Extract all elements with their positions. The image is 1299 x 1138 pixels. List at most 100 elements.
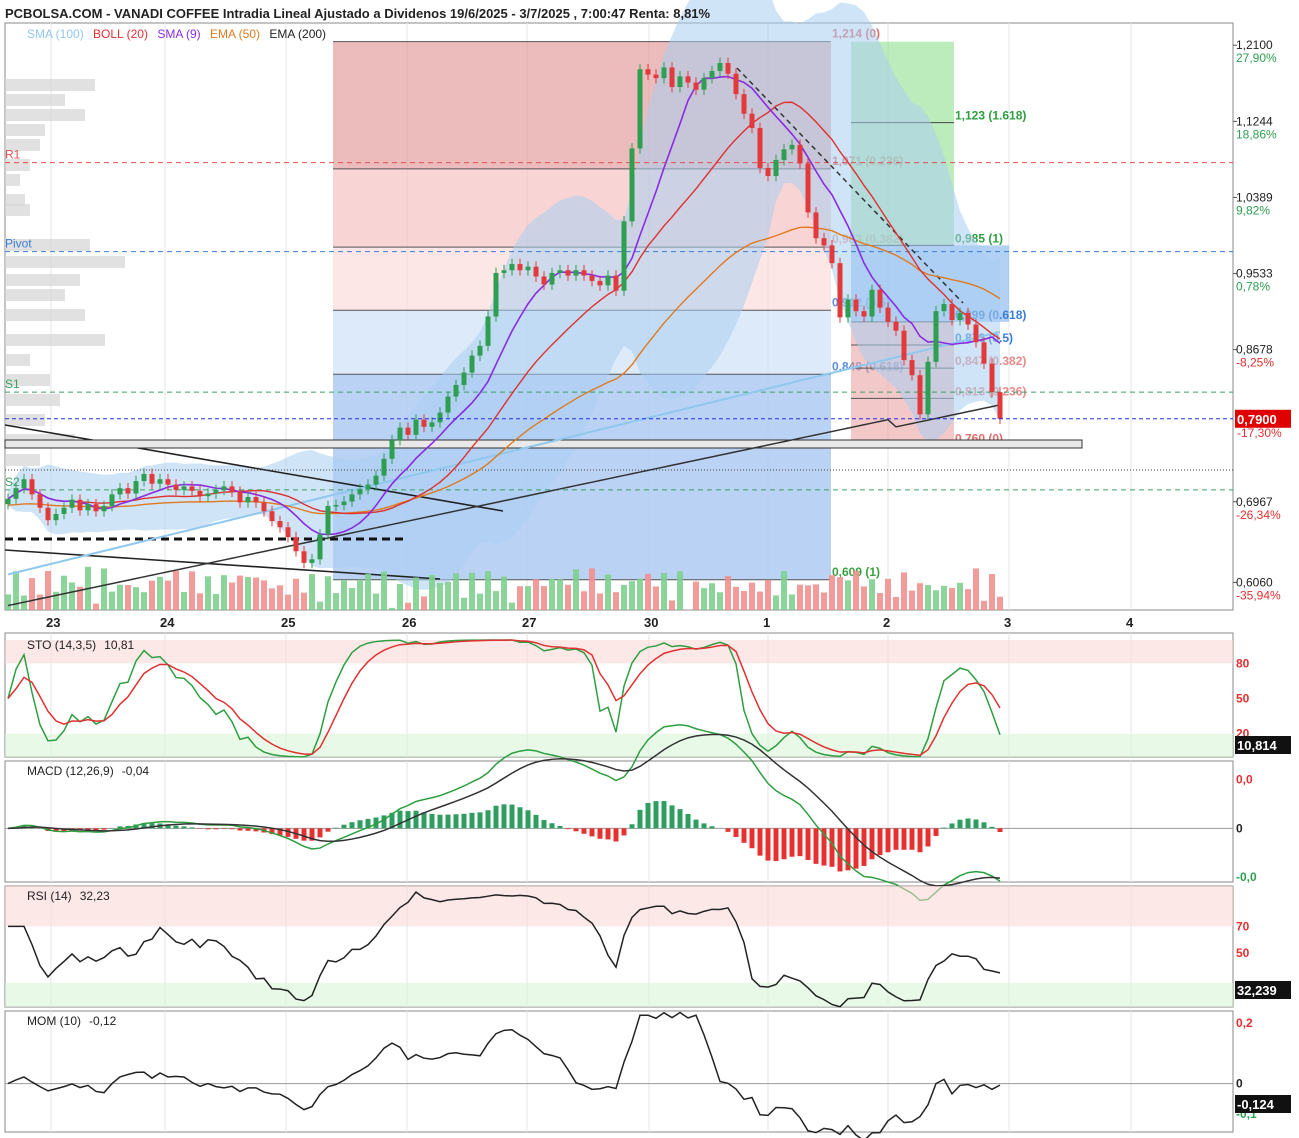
volume-profile-bar: [5, 414, 45, 426]
y-tick-label: 0,2: [1236, 1016, 1253, 1030]
candle: [101, 505, 107, 512]
volume-bar: [765, 579, 771, 610]
y-tick-pct: 0,78%: [1236, 280, 1270, 294]
candle: [461, 372, 467, 385]
macd-histogram-bar: [981, 822, 987, 829]
candle: [877, 289, 883, 308]
volume-bar: [341, 579, 347, 610]
macd-histogram-bar: [757, 828, 763, 856]
volume-bar: [221, 575, 227, 610]
volume-bar: [597, 593, 603, 610]
macd-histogram-bar: [189, 827, 195, 829]
legend-ema200[interactable]: EMA (200): [269, 27, 326, 41]
x-tick-label: 23: [46, 615, 60, 630]
candle: [741, 94, 747, 114]
x-tick-label: 30: [644, 615, 658, 630]
candle: [933, 311, 939, 362]
macd-histogram-bar: [445, 814, 451, 829]
rsi-label: RSI (14) 32,23: [27, 889, 110, 903]
macd-label: MACD (12,26,9) -0,04: [27, 764, 149, 778]
legend-ema50[interactable]: EMA (50): [210, 27, 260, 41]
candle: [821, 238, 827, 246]
x-tick-label: 24: [160, 615, 175, 630]
y-tick-pct: -8,25%: [1236, 356, 1274, 370]
volume-bar: [429, 575, 435, 610]
candle: [853, 299, 859, 312]
candle: [453, 384, 459, 397]
macd-histogram-bar: [421, 812, 427, 829]
candle: [109, 494, 115, 506]
candle: [469, 355, 475, 373]
volume-bar: [149, 580, 155, 610]
macd-histogram-bar: [613, 828, 619, 842]
candle: [541, 276, 547, 285]
macd-histogram-bar: [685, 814, 691, 829]
volume-bar: [965, 589, 971, 610]
value-badge-text: 32,239: [1237, 983, 1277, 998]
candle: [621, 221, 627, 291]
volume-bar: [653, 586, 659, 610]
macd-histogram-bar: [509, 804, 515, 829]
y-tick-label: 0,0: [1236, 773, 1253, 787]
legend-sma100[interactable]: SMA (100): [27, 27, 84, 41]
macd-histogram-bar: [989, 826, 995, 829]
volume-bar: [645, 573, 651, 610]
volume-profile-bar: [5, 79, 95, 91]
candle: [221, 486, 227, 490]
macd-histogram-bar: [501, 804, 507, 829]
candle: [757, 127, 763, 168]
volume-bar: [285, 594, 291, 610]
y-tick-label: 1,1244: [1236, 114, 1273, 128]
macd-histogram-bar: [813, 828, 819, 864]
volume-bar: [509, 602, 515, 610]
volume-bar: [413, 577, 419, 610]
legend-boll20[interactable]: BOLL (20): [93, 27, 148, 41]
chart-canvas: 1,214 (0)1,071 (0.236)0,983 (0.382)0,912…: [4, 0, 1291, 1138]
volume-bar: [989, 574, 995, 610]
volume-bar: [733, 586, 739, 610]
candle: [85, 504, 91, 511]
macd-histogram-bar: [837, 828, 843, 872]
volume-profile-bar: [5, 256, 125, 268]
pivot-label: R1: [5, 148, 21, 162]
volume-bar: [717, 592, 723, 610]
candle: [285, 527, 291, 538]
volume-bar: [533, 579, 539, 610]
volume-bar: [501, 576, 507, 610]
volume-bar: [789, 594, 795, 610]
volume-bar: [877, 592, 883, 610]
macd-histogram-bar: [709, 826, 715, 829]
macd-histogram-bar: [741, 828, 747, 843]
volume-bar: [269, 588, 275, 610]
y-tick-label: 70: [1236, 919, 1250, 933]
macd-histogram-bar: [101, 828, 107, 830]
candle: [437, 412, 443, 423]
candle: [677, 76, 683, 88]
candle: [549, 272, 555, 285]
candle: [533, 266, 539, 277]
candle: [869, 289, 875, 317]
y-tick-label: 0,9533: [1236, 267, 1273, 281]
volume-bar: [557, 579, 563, 610]
candle: [517, 264, 523, 271]
volume-profile-bar: [5, 354, 30, 366]
macd-histogram-bar: [317, 828, 323, 838]
legend-sma9[interactable]: SMA (9): [157, 27, 200, 41]
volume-bar: [805, 585, 811, 610]
volume-bar: [261, 580, 267, 610]
candle: [557, 270, 563, 273]
y-tick-pct: 9,82%: [1236, 203, 1270, 217]
candle: [341, 501, 347, 506]
candle: [661, 67, 667, 79]
volume-bar: [741, 591, 747, 610]
volume-bar: [93, 603, 99, 610]
candle: [797, 144, 803, 164]
y-tick-label: 1,2100: [1236, 38, 1273, 52]
volume-bar: [637, 578, 643, 610]
candle: [117, 488, 123, 495]
macd-histogram-bar: [429, 813, 435, 829]
candle: [997, 392, 1003, 419]
macd-histogram-bar: [853, 828, 859, 869]
candle: [277, 521, 283, 528]
candle: [317, 534, 323, 560]
